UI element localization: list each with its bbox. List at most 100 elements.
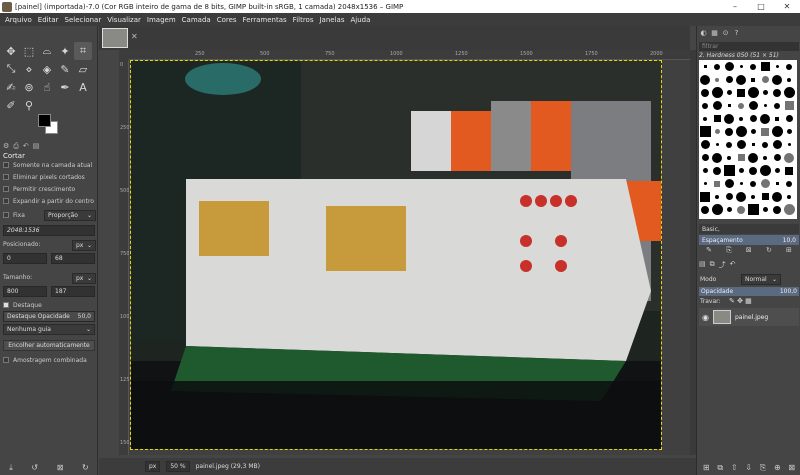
lower-layer-icon[interactable]: ⇩ — [745, 463, 752, 473]
guides-select[interactable]: Nenhuma guia ⌄ — [3, 324, 95, 335]
brush-tip[interactable] — [747, 204, 759, 215]
smudge-tool-icon[interactable]: ☝ — [38, 78, 56, 96]
brush-tip[interactable] — [700, 191, 710, 202]
checkbox[interactable] — [3, 186, 9, 192]
move-tool-icon[interactable]: ✥ — [2, 42, 20, 60]
maximize-button[interactable]: □ — [748, 0, 774, 13]
checkbox[interactable] — [3, 174, 9, 180]
brush-tip[interactable] — [739, 65, 743, 68]
menu-ferramentas[interactable]: Ferramentas — [240, 16, 290, 24]
spacing-slider[interactable]: Espaçamento 10,0 — [699, 235, 799, 245]
unit-select[interactable]: px — [145, 461, 161, 472]
refresh-brushes-icon[interactable]: ↻ — [766, 246, 772, 255]
brush-tip[interactable] — [726, 141, 732, 148]
channels-tab[interactable]: ⧉ — [710, 260, 715, 270]
brush-tip[interactable] — [725, 193, 733, 200]
brush-tip[interactable] — [724, 179, 734, 188]
brush-tip[interactable] — [727, 104, 731, 107]
brush-tip[interactable] — [713, 166, 721, 175]
brush-preset-tag[interactable]: Basic, — [699, 224, 799, 234]
duplicate-layer-icon[interactable]: ⎘ — [760, 463, 766, 473]
brush-tip[interactable] — [712, 152, 722, 163]
highlight-opacity-slider[interactable]: Destaque Opacidade 50,0 — [3, 311, 95, 322]
brush-tip[interactable] — [747, 87, 759, 98]
brush-tip[interactable] — [772, 191, 782, 202]
menu-ajuda[interactable]: Ajuda — [347, 16, 373, 24]
option-current-layer[interactable]: Somente na camada atual — [3, 160, 97, 170]
brush-tip[interactable] — [724, 62, 734, 71]
checkbox[interactable] — [3, 302, 9, 308]
brush-tip[interactable] — [715, 77, 719, 82]
brush-tip[interactable] — [701, 205, 709, 214]
brush-tip[interactable] — [784, 152, 794, 163]
airbrush-tool-icon[interactable]: ✍ — [2, 78, 20, 96]
option-expand-center[interactable]: Expandir a partir do centro — [3, 196, 97, 206]
brush-tip[interactable] — [736, 191, 746, 202]
brush-tip[interactable] — [763, 104, 767, 107]
brush-tip[interactable] — [751, 77, 755, 82]
menu-visualizar[interactable]: Visualizar — [104, 16, 144, 24]
brush-tip[interactable] — [763, 155, 767, 160]
position-x-field[interactable]: 0 — [3, 253, 47, 264]
crop-tool-icon[interactable]: ⌗ — [74, 42, 92, 60]
delete-brush-icon[interactable]: ⊠ — [746, 246, 752, 255]
brush-tip[interactable] — [726, 90, 732, 95]
fuzzy-select-tool-icon[interactable]: ✦ — [56, 42, 74, 60]
brush-tip[interactable] — [774, 168, 780, 173]
brush-tip[interactable] — [711, 204, 723, 215]
brush-tip[interactable] — [701, 154, 709, 161]
paintbrush-tool-icon[interactable]: ✎ — [56, 60, 74, 78]
checkbox[interactable] — [3, 198, 9, 204]
brush-tip[interactable] — [715, 143, 719, 146]
edit-brush-icon[interactable]: ✎ — [706, 246, 712, 255]
brush-tip[interactable] — [785, 115, 793, 122]
menu-janelas[interactable]: Janelas — [316, 16, 347, 24]
brush-tip[interactable] — [760, 113, 770, 124]
brush-tip[interactable] — [787, 194, 791, 199]
brush-tip[interactable] — [723, 165, 735, 176]
new-layer-icon[interactable]: ⊞ — [703, 463, 710, 473]
brush-tip[interactable] — [738, 102, 744, 109]
brush-tip[interactable] — [702, 102, 708, 109]
brush-tip[interactable] — [725, 76, 733, 83]
fonts-tab[interactable]: ⊙ — [721, 28, 730, 37]
close-image-tab-icon[interactable]: ✕ — [131, 32, 138, 41]
brush-tip[interactable] — [736, 140, 746, 149]
menu-camada[interactable]: Camada — [179, 16, 214, 24]
restore-options-icon[interactable]: ↺ — [31, 463, 38, 473]
lock-pixels-icon[interactable]: ✎ ✥ ▦ — [729, 297, 752, 305]
brush-tip[interactable] — [773, 88, 781, 97]
brush-tip[interactable] — [701, 88, 709, 97]
menu-cores[interactable]: Cores — [214, 16, 240, 24]
brush-tip[interactable] — [759, 165, 771, 176]
brush-tip[interactable] — [700, 140, 710, 149]
option-fixed[interactable]: Fixa — [3, 210, 43, 220]
size-height-field[interactable]: 187 — [51, 286, 95, 297]
brush-tip[interactable] — [715, 194, 719, 199]
brush-tip[interactable] — [751, 194, 755, 199]
clone-tool-icon[interactable]: ⊚ — [20, 78, 38, 96]
brush-filter-input[interactable]: filtrar — [699, 42, 799, 51]
ruler-corner[interactable] — [119, 50, 129, 60]
foreground-color[interactable] — [38, 114, 51, 127]
auto-shrink-button[interactable]: Encolher automaticamente — [3, 340, 95, 351]
menu-editar[interactable]: Editar — [35, 16, 62, 24]
brush-tip[interactable] — [703, 116, 707, 121]
save-options-icon[interactable]: ⤓ — [9, 463, 13, 473]
brush-tip[interactable] — [775, 65, 779, 68]
warp-tool-icon[interactable]: ⋄ — [20, 60, 38, 78]
vertical-ruler[interactable]: 0 250 500 750 1000 1250 1500 — [119, 60, 133, 455]
brush-tip[interactable] — [737, 88, 745, 97]
brush-tip[interactable] — [786, 180, 792, 187]
brush-grid[interactable] — [699, 60, 797, 219]
brush-tip[interactable] — [749, 115, 757, 122]
image-canvas[interactable] — [130, 60, 662, 450]
close-window-button[interactable]: ✕ — [774, 0, 800, 13]
checkbox[interactable] — [3, 162, 9, 168]
option-highlight[interactable]: Destaque — [3, 300, 97, 310]
brush-tip[interactable] — [702, 168, 708, 173]
new-layer-group-icon[interactable]: ⧉ — [717, 463, 723, 473]
brush-tip[interactable] — [787, 77, 791, 82]
brush-tip[interactable] — [750, 129, 756, 134]
image-tab-thumbnail[interactable] — [102, 28, 128, 48]
